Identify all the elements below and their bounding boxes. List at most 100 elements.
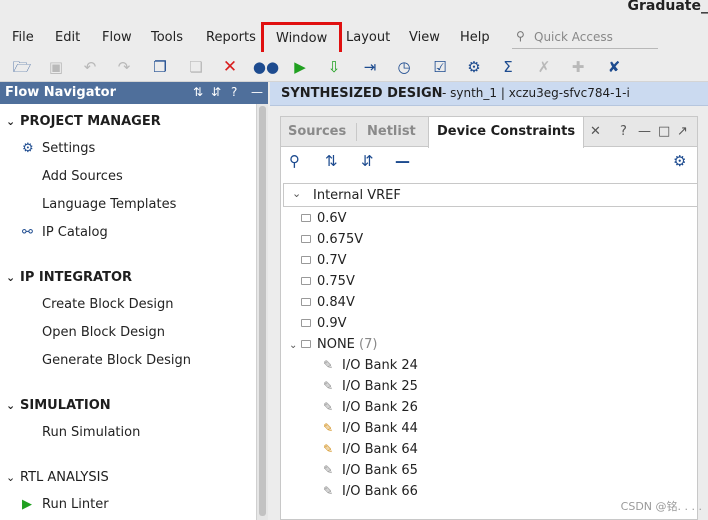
menu-file[interactable]: File (12, 30, 34, 45)
tree-item-vref[interactable]: 0.9V (301, 316, 347, 331)
flow-navigator-header: Flow Navigator ⇅ ⇵ ? — (0, 82, 268, 104)
tree-item-io-bank[interactable]: ✎ I/O Bank 24 (323, 358, 418, 373)
tab-divider (356, 123, 357, 141)
paste-icon[interactable]: ❏ (186, 57, 206, 77)
folder-icon (301, 318, 311, 327)
tree-item-vref[interactable]: 0.675V (301, 232, 363, 247)
tab-netlist[interactable]: Netlist (367, 124, 416, 139)
nav-language-templates[interactable]: Language Templates (42, 197, 176, 212)
flow-navigator-body: ⌄ PROJECT MANAGER ⚙ Settings Add Sources … (0, 104, 256, 520)
ip-icon: ⚯ (22, 225, 33, 240)
float-icon[interactable]: ↗ (677, 124, 688, 139)
tree-item-io-bank[interactable]: ✎ I/O Bank 64 (323, 442, 418, 457)
search-icon: ⚲ (516, 29, 525, 43)
tab-sources[interactable]: Sources (288, 124, 346, 139)
folder-icon (301, 276, 311, 285)
generate-bitstream-icon[interactable]: ⇩ (324, 57, 344, 77)
pane-tabs: Sources Netlist Device Constraints ✕ ? —… (281, 117, 697, 148)
window-title: Graduate_ (627, 0, 708, 14)
folder-icon (301, 255, 311, 264)
menu-flow[interactable]: Flow (102, 30, 132, 45)
tree-item-vref[interactable]: 0.7V (301, 253, 347, 268)
nav-ip-catalog[interactable]: IP Catalog (42, 225, 108, 240)
section-rtl-analysis[interactable]: ⌄ RTL ANALYSIS (6, 470, 109, 485)
timer-icon[interactable]: ◷ (394, 57, 414, 77)
tree-item-vref[interactable]: 0.6V (301, 211, 347, 226)
menu-view[interactable]: View (409, 30, 440, 45)
minimize-icon[interactable]: — (251, 85, 263, 99)
io-bank-icon: ✎ (323, 400, 334, 414)
io-bank-icon: ✎ (323, 379, 334, 393)
main-area: SYNTHESIZED DESIGN - synth_1 | xczu3eg-s… (270, 82, 708, 520)
chevron-down-icon: ⌄ (289, 340, 298, 351)
sigma-icon[interactable]: Σ (498, 57, 518, 77)
scrollbar-thumb[interactable] (259, 106, 266, 516)
folder-icon (301, 297, 311, 306)
flow-navigator: Flow Navigator ⇅ ⇵ ? — ⌄ PROJECT MANAGER … (0, 82, 268, 520)
nav-create-block-design[interactable]: Create Block Design (42, 297, 174, 312)
redo-icon[interactable]: ↷ (114, 57, 134, 77)
quick-access-search[interactable]: ⚲ Quick Access (512, 27, 658, 49)
minus-icon[interactable]: — (395, 154, 410, 169)
io-bank-icon: ✎ (323, 463, 334, 477)
flow-navigator-scrollbar[interactable] (256, 104, 268, 520)
copy-icon[interactable]: ❐ (150, 57, 170, 77)
settings-icon[interactable]: ⚙ (464, 57, 484, 77)
minimize-icon[interactable]: — (638, 124, 651, 139)
nav-settings[interactable]: Settings (42, 141, 95, 156)
nav-run-linter[interactable]: Run Linter (42, 497, 109, 512)
expand-all-icon[interactable]: ⇵ (361, 154, 374, 169)
step-into-icon[interactable]: ⇥ (360, 57, 380, 77)
collapse-all-icon[interactable]: ⇅ (193, 85, 203, 99)
collapse-all-icon[interactable]: ⇅ (325, 154, 338, 169)
tree-item-io-bank[interactable]: ✎ I/O Bank 25 (323, 379, 418, 394)
report-icon[interactable]: ☑ (430, 57, 450, 77)
nav-add-sources[interactable]: Add Sources (42, 169, 123, 184)
tree-item-io-bank[interactable]: ✎ I/O Bank 66 (323, 484, 418, 499)
nav-generate-block-design[interactable]: Generate Block Design (42, 353, 191, 368)
section-ip-integrator[interactable]: ⌄ IP INTEGRATOR (6, 270, 132, 285)
tree-item-io-bank[interactable]: ✎ I/O Bank 65 (323, 463, 418, 478)
open-folder-icon[interactable]: 🗁 (12, 57, 32, 77)
io-bank-icon: ✎ (323, 484, 334, 498)
marker-icon[interactable]: ✘ (604, 57, 624, 77)
maximize-icon[interactable]: □ (658, 124, 670, 139)
close-icon[interactable]: ✕ (590, 124, 601, 139)
play-icon: ▶ (22, 497, 32, 512)
io-bank-icon: ✎ (323, 358, 334, 372)
tree-root-label: Internal VREF (313, 188, 401, 203)
menu-help[interactable]: Help (460, 30, 490, 45)
menu-layout[interactable]: Layout (346, 30, 390, 45)
menu-edit[interactable]: Edit (55, 30, 80, 45)
tree-root-internal-vref[interactable]: ⌄ Internal VREF (283, 183, 697, 207)
tree-item-io-bank[interactable]: ✎ I/O Bank 44 (323, 421, 418, 436)
tree-item-vref[interactable]: 0.75V (301, 274, 355, 289)
help-icon[interactable]: ? (231, 85, 237, 99)
tab-device-constraints[interactable]: Device Constraints (428, 117, 585, 148)
wand-icon[interactable]: ✚ (568, 57, 588, 77)
delete-icon[interactable]: ✕ (220, 57, 240, 77)
section-project-manager[interactable]: ⌄ PROJECT MANAGER (6, 114, 161, 129)
tree-item-none-group[interactable]: ⌄ NONE (7) (289, 337, 377, 352)
pane-toolbar: ⚲ ⇅ ⇵ — ⚙ (281, 148, 697, 178)
menu-tools[interactable]: Tools (151, 30, 183, 45)
tree-item-vref[interactable]: 0.84V (301, 295, 355, 310)
section-simulation[interactable]: ⌄ SIMULATION (6, 398, 111, 413)
tree-item-io-bank[interactable]: ✎ I/O Bank 26 (323, 400, 418, 415)
nav-run-simulation[interactable]: Run Simulation (42, 425, 140, 440)
expand-all-icon[interactable]: ⇵ (211, 85, 221, 99)
settings-icon[interactable]: ⚙ (673, 154, 686, 169)
chevron-down-icon: ⌄ (6, 399, 16, 412)
design-banner: SYNTHESIZED DESIGN - synth_1 | xczu3eg-s… (270, 82, 708, 106)
run-icon[interactable]: ▶ (290, 57, 310, 77)
chevron-down-icon: ⌄ (292, 187, 302, 200)
title-bar: Graduate_ (0, 0, 708, 22)
undo-icon[interactable]: ↶ (80, 57, 100, 77)
probe-icon[interactable]: ✗ (534, 57, 554, 77)
find-icon[interactable]: ●● (253, 57, 279, 77)
nav-open-block-design[interactable]: Open Block Design (42, 325, 165, 340)
search-icon[interactable]: ⚲ (289, 154, 300, 169)
save-icon[interactable]: ▣ (46, 57, 66, 77)
menu-reports[interactable]: Reports (206, 30, 256, 45)
help-icon[interactable]: ? (620, 124, 627, 139)
